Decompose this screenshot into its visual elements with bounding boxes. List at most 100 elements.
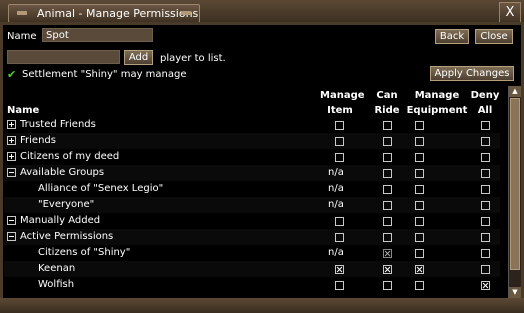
col-header-can-ride-line1: Can bbox=[376, 90, 398, 101]
scroll-thumb[interactable] bbox=[510, 98, 520, 270]
scroll-up-icon[interactable]: ▲ bbox=[509, 86, 521, 97]
na-text: n/a bbox=[328, 247, 344, 258]
table-row: Keenan bbox=[4, 261, 500, 277]
col-header-manage-item-line1: Manage bbox=[320, 90, 365, 101]
permission-checkbox[interactable] bbox=[481, 137, 490, 146]
name-column-header: Name bbox=[7, 105, 40, 116]
col-header-manage-item: Manage Item bbox=[320, 88, 365, 118]
close-button[interactable]: Close bbox=[475, 29, 513, 44]
title-bar[interactable]: Animal - Manage Permissions X bbox=[0, 0, 524, 24]
table-row: Available Groups n/a bbox=[4, 165, 500, 181]
row-label: Wolfish bbox=[38, 279, 75, 290]
permission-checkbox[interactable] bbox=[415, 281, 424, 290]
permission-checkbox[interactable] bbox=[415, 249, 424, 258]
row-label: Keenan bbox=[38, 263, 76, 274]
na-text: n/a bbox=[328, 183, 344, 194]
table-row: "Everyone" n/a bbox=[4, 197, 500, 213]
permission-checkbox[interactable] bbox=[335, 217, 344, 226]
permission-checkbox[interactable] bbox=[415, 233, 424, 242]
col-header-manage-equipment: Manage Equipment bbox=[404, 88, 470, 118]
permission-checkbox[interactable] bbox=[415, 217, 424, 226]
permission-checkbox bbox=[383, 249, 392, 258]
permission-checkbox[interactable] bbox=[415, 201, 424, 210]
col-header-can-ride: Can Ride bbox=[372, 88, 402, 118]
permission-checkbox[interactable] bbox=[481, 265, 490, 274]
window-title: Animal - Manage Permissions bbox=[37, 7, 199, 20]
permission-checkbox[interactable] bbox=[481, 281, 490, 290]
row-label: Active Permissions bbox=[20, 231, 114, 242]
permission-checkbox[interactable] bbox=[335, 281, 344, 290]
permission-checkbox[interactable] bbox=[415, 169, 424, 178]
add-button[interactable]: Add bbox=[124, 50, 153, 65]
permission-checkbox[interactable] bbox=[383, 185, 392, 194]
row-label: Trusted Friends bbox=[20, 119, 96, 130]
bottom-frame bbox=[0, 298, 524, 313]
title-tab: Animal - Manage Permissions bbox=[8, 4, 200, 23]
permission-checkbox[interactable] bbox=[383, 265, 392, 274]
permission-checkbox[interactable] bbox=[481, 249, 490, 258]
row-label: Alliance of "Senex Legio" bbox=[38, 183, 164, 194]
permission-checkbox[interactable] bbox=[415, 265, 424, 274]
col-header-deny-all-line2: All bbox=[477, 105, 493, 116]
collapse-minus-icon[interactable] bbox=[7, 168, 16, 177]
row-label: Available Groups bbox=[20, 167, 105, 178]
apply-changes-button[interactable]: Apply Changes bbox=[430, 66, 514, 81]
title-ornament-left-icon bbox=[17, 11, 27, 15]
permission-checkbox[interactable] bbox=[383, 217, 392, 226]
scroll-down-icon[interactable]: ▼ bbox=[509, 287, 521, 298]
row-label: "Everyone" bbox=[38, 199, 95, 210]
close-window-icon[interactable]: X bbox=[499, 2, 521, 24]
permission-checkbox[interactable] bbox=[415, 153, 424, 162]
table-row: Active Permissions bbox=[4, 229, 500, 245]
permission-checkbox[interactable] bbox=[415, 185, 424, 194]
permission-checkbox[interactable] bbox=[415, 137, 424, 146]
permission-checkbox[interactable] bbox=[481, 121, 490, 130]
permission-checkbox[interactable] bbox=[383, 201, 392, 210]
settlement-manage-text: Settlement "Shiny" may manage bbox=[22, 69, 187, 80]
permission-checkbox[interactable] bbox=[415, 121, 424, 130]
na-text: n/a bbox=[328, 199, 344, 210]
expand-plus-icon[interactable] bbox=[7, 136, 16, 145]
table-row: Alliance of "Senex Legio" n/a bbox=[4, 181, 500, 197]
expander-box-icon[interactable] bbox=[7, 216, 16, 225]
permission-checkbox[interactable] bbox=[335, 121, 344, 130]
vertical-scrollbar[interactable]: ▲ ▼ bbox=[508, 86, 521, 298]
add-hint-text: player to list. bbox=[160, 53, 226, 64]
table-row: Trusted Friends bbox=[4, 117, 500, 133]
permission-checkbox[interactable] bbox=[383, 281, 392, 290]
permission-checkbox[interactable] bbox=[335, 265, 344, 274]
col-header-deny-all: Deny All bbox=[470, 88, 500, 118]
na-text: n/a bbox=[328, 167, 344, 178]
col-header-can-ride-line2: Ride bbox=[374, 105, 400, 116]
col-header-deny-all-line1: Deny bbox=[470, 90, 500, 101]
permission-checkbox[interactable] bbox=[481, 169, 490, 178]
permission-checkbox[interactable] bbox=[335, 137, 344, 146]
name-field[interactable]: Spot bbox=[42, 28, 153, 42]
checkmark-icon: ✔ bbox=[7, 68, 17, 81]
permission-checkbox[interactable] bbox=[481, 217, 490, 226]
title-ornament-right-icon bbox=[181, 11, 191, 15]
add-player-input[interactable] bbox=[7, 50, 120, 64]
permission-checkbox[interactable] bbox=[383, 169, 392, 178]
permission-checkbox[interactable] bbox=[335, 153, 344, 162]
permission-checkbox[interactable] bbox=[481, 153, 490, 162]
permission-checkbox[interactable] bbox=[335, 233, 344, 242]
row-label: Friends bbox=[20, 135, 56, 146]
permission-checkbox[interactable] bbox=[383, 233, 392, 242]
row-label: Manually Added bbox=[20, 215, 101, 226]
collapse-minus-icon[interactable] bbox=[7, 232, 16, 241]
row-label: Citizens of "Shiny" bbox=[38, 247, 131, 258]
expand-plus-icon[interactable] bbox=[7, 152, 16, 161]
col-header-manage-item-line2: Item bbox=[327, 105, 353, 116]
permission-checkbox[interactable] bbox=[383, 153, 392, 162]
permission-checkbox[interactable] bbox=[481, 185, 490, 194]
permission-checkbox[interactable] bbox=[481, 201, 490, 210]
col-header-manage-equipment-line1: Manage bbox=[414, 90, 460, 101]
permission-checkbox[interactable] bbox=[383, 121, 392, 130]
manage-permissions-window: Animal - Manage Permissions X Name Spot … bbox=[0, 0, 524, 313]
table-row: Citizens of my deed bbox=[4, 149, 500, 165]
permission-checkbox[interactable] bbox=[481, 233, 490, 242]
expand-plus-icon[interactable] bbox=[7, 120, 16, 129]
permission-checkbox[interactable] bbox=[383, 137, 392, 146]
back-button[interactable]: Back bbox=[435, 29, 469, 44]
